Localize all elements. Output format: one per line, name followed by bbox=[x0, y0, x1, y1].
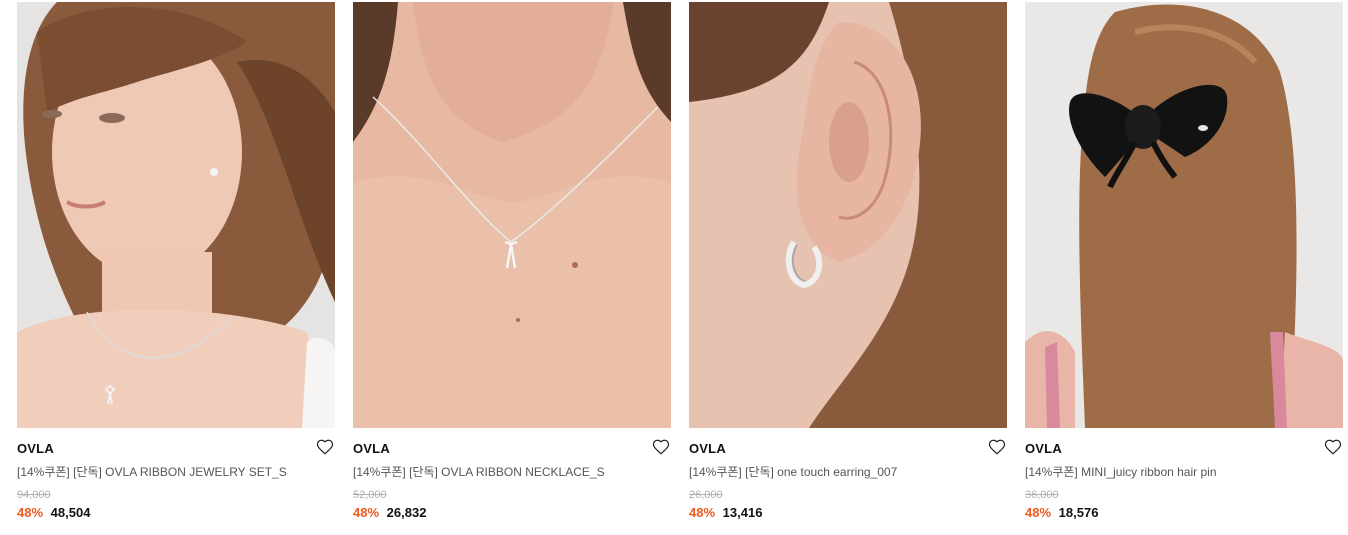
product-title[interactable]: [14%쿠폰] [단독] OVLA RIBBON JEWELRY SET_S bbox=[17, 464, 335, 480]
sale-price: 18,576 bbox=[1058, 505, 1099, 520]
product-image[interactable] bbox=[17, 2, 335, 428]
price-row: 48% 13,416 bbox=[689, 504, 1007, 522]
product-grid: OVLA [14%쿠폰] [단독] OVLA RIBBON JEWELRY SE… bbox=[0, 0, 1348, 535]
sale-price: 26,832 bbox=[386, 505, 427, 520]
product-card: OVLA [14%쿠폰] [단독] one touch earring_007 … bbox=[689, 2, 1007, 522]
price-row: 48% 26,832 bbox=[353, 504, 671, 522]
product-meta: OVLA [14%쿠폰] MINI_juicy ribbon hair pin … bbox=[1025, 428, 1343, 522]
product-image[interactable] bbox=[353, 2, 671, 428]
original-price: 36,000 bbox=[1025, 489, 1059, 501]
product-title[interactable]: [14%쿠폰] MINI_juicy ribbon hair pin bbox=[1025, 464, 1343, 480]
product-image[interactable] bbox=[689, 2, 1007, 428]
necklace-photo bbox=[353, 2, 671, 428]
product-meta: OVLA [14%쿠폰] [단독] one touch earring_007 … bbox=[689, 428, 1007, 522]
price-row: 48% 48,504 bbox=[17, 504, 335, 522]
product-title[interactable]: [14%쿠폰] [단독] OVLA RIBBON NECKLACE_S bbox=[353, 464, 671, 480]
discount-rate: 48% bbox=[1025, 505, 1052, 520]
heart-outline-icon[interactable] bbox=[652, 438, 670, 456]
hair-pin-photo bbox=[1025, 2, 1343, 428]
original-price: 94,000 bbox=[17, 489, 51, 501]
product-title[interactable]: [14%쿠폰] [단독] one touch earring_007 bbox=[689, 464, 1007, 480]
discount-rate: 48% bbox=[17, 505, 44, 520]
heart-outline-icon[interactable] bbox=[988, 438, 1006, 456]
discount-rate: 48% bbox=[353, 505, 380, 520]
brand-name[interactable]: OVLA bbox=[353, 440, 671, 458]
product-image[interactable] bbox=[1025, 2, 1343, 428]
discount-rate: 48% bbox=[689, 505, 716, 520]
heart-outline-icon[interactable] bbox=[1324, 438, 1342, 456]
product-meta: OVLA [14%쿠폰] [단독] OVLA RIBBON NECKLACE_S… bbox=[353, 428, 671, 522]
brand-name[interactable]: OVLA bbox=[689, 440, 1007, 458]
product-card: OVLA [14%쿠폰] [단독] OVLA RIBBON NECKLACE_S… bbox=[353, 2, 671, 522]
sale-price: 48,504 bbox=[50, 505, 91, 520]
original-price: 26,000 bbox=[689, 489, 723, 501]
product-card: OVLA [14%쿠폰] MINI_juicy ribbon hair pin … bbox=[1025, 2, 1343, 522]
brand-name[interactable]: OVLA bbox=[1025, 440, 1343, 458]
price-row: 48% 18,576 bbox=[1025, 504, 1343, 522]
earring-photo bbox=[689, 2, 1007, 428]
sale-price: 13,416 bbox=[722, 505, 763, 520]
original-price: 52,000 bbox=[353, 489, 387, 501]
product-meta: OVLA [14%쿠폰] [단독] OVLA RIBBON JEWELRY SE… bbox=[17, 428, 335, 522]
brand-name[interactable]: OVLA bbox=[17, 440, 335, 458]
product-card: OVLA [14%쿠폰] [단독] OVLA RIBBON JEWELRY SE… bbox=[17, 2, 335, 522]
model-photo bbox=[17, 2, 335, 428]
heart-outline-icon[interactable] bbox=[316, 438, 334, 456]
